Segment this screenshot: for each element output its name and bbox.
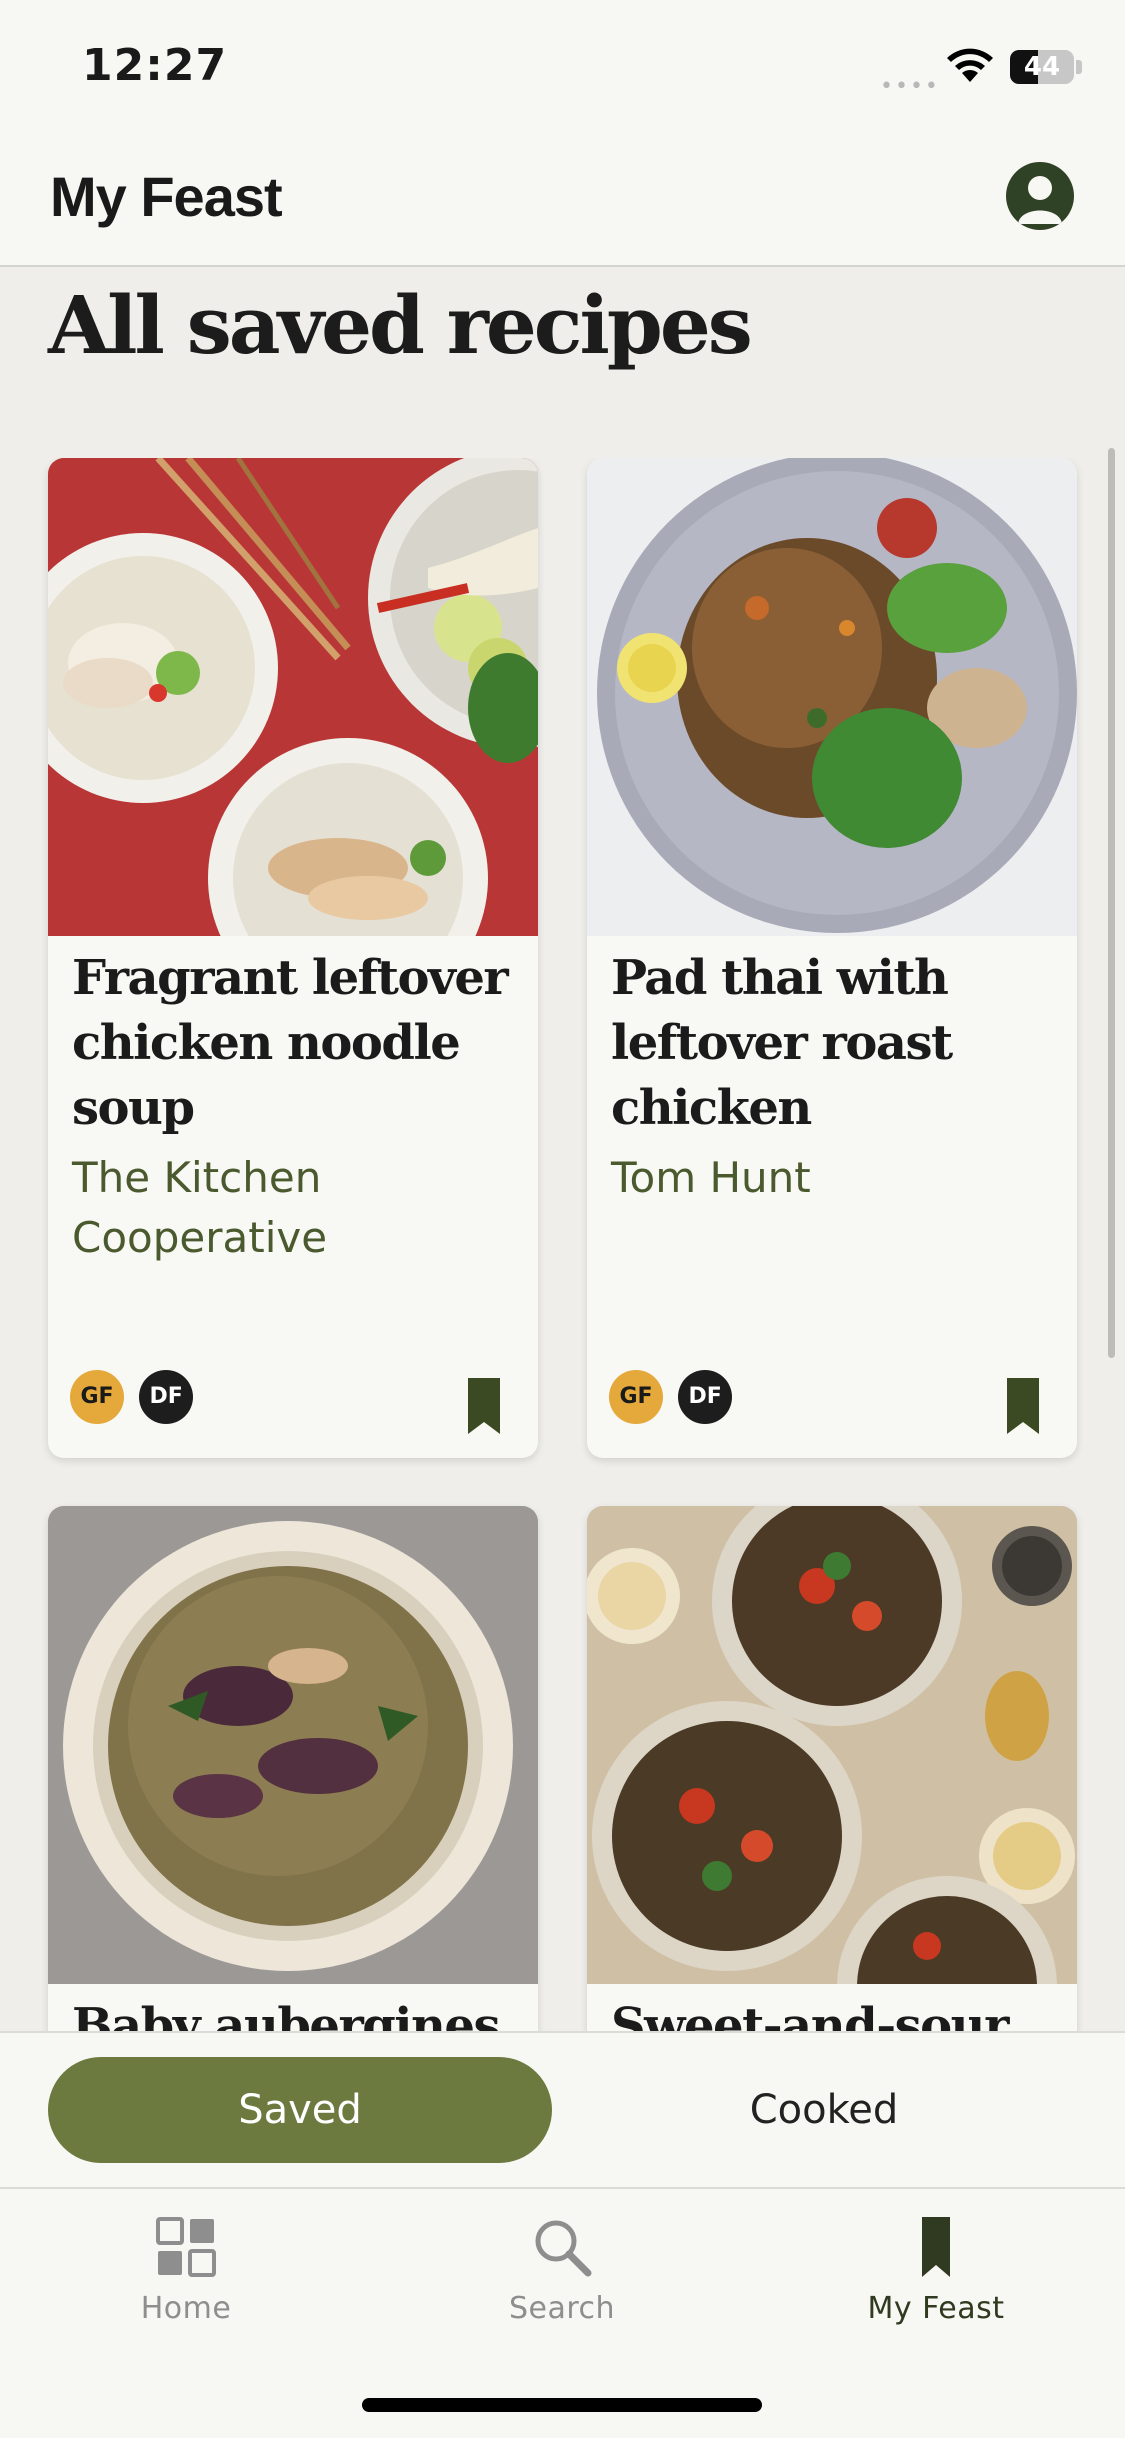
dairy-free-badge: DF (139, 1370, 194, 1424)
recipe-title: Sweet-and-sour (611, 1998, 1009, 2033)
page-title: All saved recipes (48, 278, 753, 372)
recipe-grid: Fragrant leftover chicken noodle soup Th… (0, 458, 1125, 2033)
diet-badges: GF DF (70, 1370, 203, 1424)
profile-avatar-button[interactable] (1006, 162, 1074, 230)
status-time: 12:27 (82, 40, 228, 91)
cooked-tab-button[interactable]: Cooked (574, 2057, 1074, 2163)
gluten-free-badge: GF (609, 1370, 663, 1424)
saved-tab-button[interactable]: Saved (48, 2057, 552, 2163)
recipe-card[interactable]: Pad thai with leftover roast chicken Tom… (587, 458, 1077, 1458)
recipe-image (48, 458, 538, 936)
recipe-author[interactable]: The Kitchen Cooperative (72, 1148, 522, 1268)
app-title: My Feast (50, 165, 283, 228)
tab-my-feast[interactable]: My Feast (816, 2217, 1056, 2326)
diet-badges: GF DF (609, 1370, 742, 1424)
tab-my-feast-label: My Feast (867, 2291, 1005, 2326)
gluten-free-badge: GF (70, 1370, 124, 1424)
scrollbar[interactable] (1108, 448, 1115, 1358)
search-icon (535, 2220, 592, 2277)
tab-search[interactable]: Search (442, 2217, 682, 2326)
saved-cooked-toggle: Saved Cooked (0, 2031, 1125, 2189)
recipe-image (587, 458, 1077, 936)
tab-home[interactable]: Home (66, 2217, 306, 2326)
bookmark-icon (922, 2217, 950, 2277)
status-bar: 12:27 •••• 44 (0, 0, 1125, 140)
wifi-icon (947, 48, 993, 82)
battery-nub (1076, 60, 1082, 74)
home-indicator (362, 2398, 762, 2412)
recipe-card[interactable]: Sweet-and-sour (587, 1506, 1077, 2033)
recipe-image (48, 1506, 538, 1984)
cellular-signal-icon: •••• (880, 74, 940, 99)
bookmark-icon[interactable] (468, 1378, 500, 1434)
recipe-card[interactable]: Fragrant leftover chicken noodle soup Th… (48, 458, 538, 1458)
tab-home-label: Home (140, 2291, 232, 2326)
tab-search-label: Search (508, 2291, 616, 2326)
app-header: My Feast (0, 140, 1125, 267)
person-icon (1018, 176, 1062, 224)
recipe-title: Pad thai with leftover roast chicken (611, 950, 953, 1136)
recipe-card[interactable]: Baby aubergines (48, 1506, 538, 2033)
recipe-author[interactable]: Tom Hunt (611, 1148, 1061, 1208)
battery-icon: 44 (1010, 50, 1074, 84)
bookmark-icon[interactable] (1007, 1378, 1039, 1434)
battery-level: 44 (1023, 52, 1061, 82)
recipe-title: Fragrant leftover chicken noodle soup (72, 950, 509, 1136)
dairy-free-badge: DF (678, 1370, 733, 1424)
recipe-image (587, 1506, 1077, 1984)
recipe-title: Baby aubergines (72, 1998, 500, 2033)
home-grid-icon (156, 2217, 216, 2277)
